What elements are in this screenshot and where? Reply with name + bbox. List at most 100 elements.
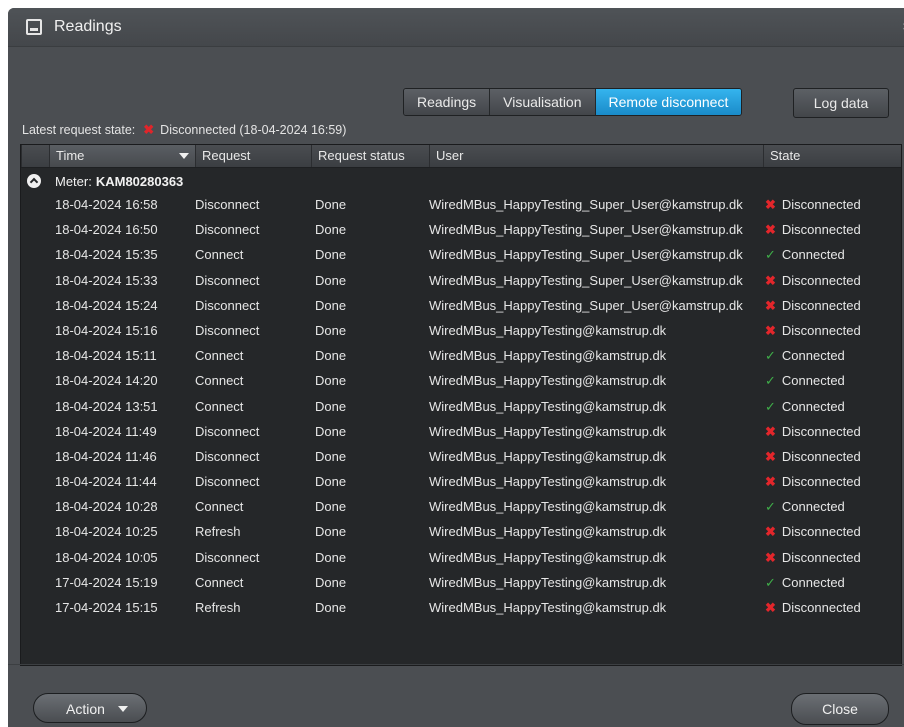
state-label: Disconnected [781,197,861,212]
disconnected-icon: ✖ [765,524,776,540]
connected-icon: ✓ [765,348,776,364]
table-row[interactable]: 18-04-2024 11:44 Disconnect Done WiredMBus_… [21,469,901,494]
table-row[interactable]: 18-04-2024 10:05 Disconnect Done WiredMBus_… [21,545,901,570]
column-header-request[interactable]: Request [195,145,311,167]
user-cell: WiredMBus_HappyTesting@kamstrup.dk [429,549,667,565]
state-cell: ✖ Disconnected [765,293,861,318]
time-cell: 18-04-2024 11:46 [55,448,157,464]
request-status-cell: Done [315,524,347,540]
request-status-cell: Done [315,499,347,515]
disconnected-icon: ✖ [765,297,776,313]
request-cell: Connect [195,247,244,263]
state-cell: ✖ Disconnected [765,545,861,570]
state-cell: ✖ Disconnected [765,217,861,242]
latest-state-value: Disconnected (18-04-2024 16:59) [160,123,347,137]
table-row[interactable]: 17-04-2024 15:19 Connect Done WiredMBus_Hap… [21,570,901,595]
table-row[interactable]: 17-04-2024 15:15 Refresh Done WiredMBus_Hap… [21,595,901,620]
state-label: Disconnected [781,272,861,288]
time-cell: 18-04-2024 11:49 [55,423,157,439]
user-cell: WiredMBus_HappyTesting_Super_User@kamstr… [429,297,743,313]
tab-readings[interactable]: Readings [404,89,491,115]
disconnected-icon: ✖ [765,474,776,490]
request-status-cell: Done [315,574,347,590]
table-row[interactable]: 18-04-2024 15:24 Disconnect Done WiredMBus_… [21,293,901,318]
header-spacer [21,145,49,167]
state-label: Connected [781,247,845,263]
table-row[interactable]: 18-04-2024 10:25 Refresh Done WiredMBus_Hap… [21,519,901,544]
state-label: Connected [781,499,845,515]
user-cell: WiredMBus_HappyTesting@kamstrup.dk [429,322,667,338]
state-label: Disconnected [781,322,861,338]
state-label: Disconnected [781,549,861,565]
time-cell: 18-04-2024 13:51 [55,398,158,414]
table-row[interactable]: 18-04-2024 11:49 Disconnect Done WiredMBus_… [21,419,901,444]
request-cell: Connect [195,348,244,364]
user-cell: WiredMBus_HappyTesting@kamstrup.dk [429,524,667,540]
user-cell: WiredMBus_HappyTesting@kamstrup.dk [429,499,667,515]
request-status-cell: Done [315,272,347,288]
request-status-cell: Done [315,423,347,439]
table-row[interactable]: 18-04-2024 16:58 Disconnect Done WiredMBus_… [21,192,901,217]
tab-visualisation[interactable]: Visualisation [490,89,596,115]
request-status-cell: Done [315,373,347,389]
table-row[interactable]: 18-04-2024 15:11 Connect Done WiredMBus_Hap… [21,343,901,368]
table-row[interactable]: 18-04-2024 15:16 Disconnect Done WiredMBus_… [21,318,901,343]
close-button[interactable]: Close [791,693,889,725]
request-status-cell: Done [315,322,347,338]
sort-descending-icon [179,153,189,159]
state-cell: ✖ Disconnected [765,595,861,620]
request-status-cell: Done [315,600,347,615]
action-dropdown-button[interactable]: Action [33,693,147,723]
column-header-state[interactable]: State [763,145,901,167]
table-row[interactable]: 18-04-2024 13:51 Connect Done WiredMBus_Hap… [21,394,901,419]
connected-icon: ✓ [765,247,776,263]
table-row[interactable]: 18-04-2024 10:28 Connect Done WiredMBus_Hap… [21,494,901,519]
time-cell: 18-04-2024 10:25 [55,524,158,540]
request-cell: Connect [195,398,244,414]
request-cell: Disconnect [195,222,260,238]
column-label-time: Time [56,148,85,163]
column-header-time[interactable]: Time [49,145,195,167]
column-header-user[interactable]: User [429,145,763,167]
request-cell: Refresh [195,600,241,615]
state-cell: ✓ Connected [765,242,845,267]
time-cell: 18-04-2024 15:24 [55,297,158,313]
request-status-cell: Done [315,398,347,414]
request-status-cell: Done [315,197,347,212]
disconnected-icon: ✖ [765,549,776,565]
time-cell: 18-04-2024 16:50 [55,222,158,238]
table-row[interactable]: 18-04-2024 15:33 Disconnect Done WiredMBus_… [21,268,901,293]
user-cell: WiredMBus_HappyTesting@kamstrup.dk [429,373,667,389]
table-row[interactable]: 18-04-2024 16:50 Disconnect Done WiredMBus_… [21,217,901,242]
state-label: Disconnected [781,448,861,464]
request-status-cell: Done [315,247,347,263]
request-status-cell: Done [315,348,347,364]
table-row[interactable]: 18-04-2024 11:46 Disconnect Done WiredMBus_… [21,444,901,469]
action-label: Action [66,701,105,717]
table-row[interactable]: 18-04-2024 15:35 Connect Done WiredMBus_Hap… [21,242,901,267]
time-cell: 18-04-2024 14:20 [55,373,158,389]
state-cell: ✓ Connected [765,368,845,393]
disconnected-icon: ✖ [765,197,776,212]
readings-grid: Time Request Request status User State M… [20,144,902,666]
time-cell: 18-04-2024 10:05 [55,549,158,565]
table-row[interactable]: 18-04-2024 14:20 Connect Done WiredMBus_Hap… [21,368,901,393]
column-header-request-status[interactable]: Request status [311,145,429,167]
state-cell: ✖ Disconnected [765,419,861,444]
disconnected-icon: ✖ [765,448,776,464]
time-cell: 18-04-2024 15:16 [55,322,158,338]
tab-remote-disconnect[interactable]: Remote disconnect [595,89,742,115]
disconnected-icon: ✖ [143,122,155,137]
meter-id: KAM80280363 [95,173,184,189]
group-row-meter[interactable]: Meter: KAM80280363 [21,171,183,191]
title-bar: Readings × [8,8,904,47]
state-cell: ✖ Disconnected [765,318,861,343]
user-cell: WiredMBus_HappyTesting@kamstrup.dk [429,600,667,615]
time-cell: 18-04-2024 11:44 [55,474,157,490]
disconnected-icon: ✖ [765,600,776,615]
state-cell: ✖ Disconnected [765,469,861,494]
collapse-group-icon[interactable] [27,174,41,188]
state-label: Connected [781,373,845,389]
time-cell: 18-04-2024 10:28 [55,499,158,515]
log-data-button[interactable]: Log data [793,88,889,118]
